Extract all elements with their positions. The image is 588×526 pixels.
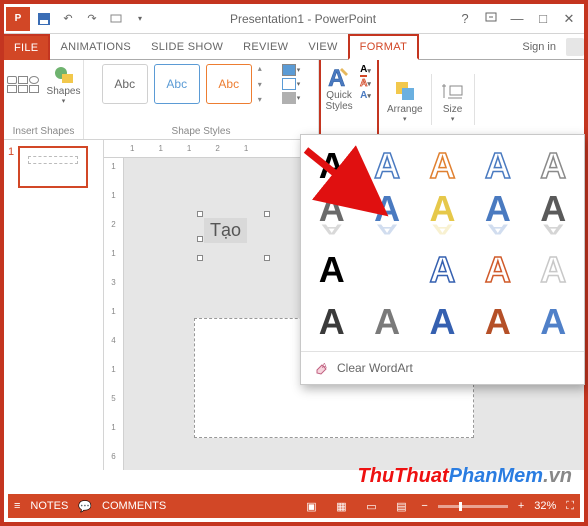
arrange-label: Arrange: [387, 104, 423, 115]
normal-view-icon[interactable]: ▣: [301, 500, 321, 513]
wordart-style-2-4[interactable]: A: [527, 245, 580, 295]
sorter-view-icon[interactable]: ▦: [331, 500, 351, 513]
watermark-c: .vn: [543, 465, 572, 487]
minimize-icon[interactable]: —: [508, 11, 526, 27]
text-effects-button[interactable]: A▾: [360, 90, 378, 101]
wordart-style-1-1[interactable]: AA: [360, 193, 413, 243]
status-bar: ≡ NOTES 💬 COMMENTS ▣ ▦ ▭ ▤ − + 32% ⛶: [8, 494, 580, 518]
tab-animations[interactable]: ANIMATIONS: [50, 34, 141, 60]
ribbon-collapse-icon[interactable]: [482, 11, 500, 27]
shapes-gallery-mini[interactable]: [7, 76, 43, 93]
watermark-a: ThuThuat: [358, 465, 449, 487]
help-icon[interactable]: ?: [456, 11, 474, 27]
maximize-icon[interactable]: □: [534, 11, 552, 27]
avatar-icon[interactable]: [566, 38, 584, 56]
slide-number: 1: [8, 146, 14, 188]
shape-effects-button[interactable]: ▾: [282, 92, 301, 104]
title-bar: P ↶ ↷ ▾ Presentation1 - PowerPoint ? — □…: [4, 4, 584, 34]
zoom-slider[interactable]: [438, 505, 508, 508]
wordart-style-2-0[interactable]: A: [305, 245, 358, 295]
watermark-b: PhanMem: [449, 465, 543, 487]
ribbon-tabs: FILE ANIMATIONS SLIDE SHOW REVIEW VIEW F…: [4, 34, 584, 60]
shapes-button[interactable]: Shapes ▾: [47, 64, 81, 105]
notes-button[interactable]: NOTES: [30, 500, 68, 512]
wordart-style-1-3[interactable]: AA: [471, 193, 524, 243]
tab-slideshow[interactable]: SLIDE SHOW: [141, 34, 233, 60]
shape-styles-label: Shape Styles: [172, 124, 231, 137]
zoom-in-button[interactable]: +: [518, 500, 524, 512]
tab-file[interactable]: FILE: [2, 34, 50, 60]
reading-view-icon[interactable]: ▭: [361, 500, 381, 513]
wordart-style-2-2[interactable]: A: [416, 245, 469, 295]
save-icon[interactable]: [34, 9, 54, 29]
start-slideshow-icon[interactable]: [106, 9, 126, 29]
window-title: Presentation1 - PowerPoint: [150, 12, 456, 26]
comments-icon[interactable]: 💬: [78, 500, 92, 513]
wordart-style-3-2[interactable]: A: [416, 297, 469, 347]
shape-style-3[interactable]: Abc: [206, 64, 252, 104]
tab-view[interactable]: VIEW: [298, 34, 347, 60]
group-shape-styles: Abc Abc Abc ▴▾▾ ▾ ▾ ▾ Shape Styles: [84, 60, 319, 139]
wordart-style-3-0[interactable]: A: [305, 297, 358, 347]
slide-thumbnail-1[interactable]: [18, 146, 88, 188]
wordart-style-2-1[interactable]: A: [360, 245, 413, 295]
wordart-style-3-1[interactable]: A: [360, 297, 413, 347]
fit-window-icon[interactable]: ⛶: [566, 500, 574, 513]
wordart-style-0-0[interactable]: A: [305, 141, 358, 191]
wordart-style-0-3[interactable]: A: [471, 141, 524, 191]
wordart-style-0-4[interactable]: A: [527, 141, 580, 191]
slide-thumbnail-panel: 1: [4, 140, 104, 470]
redo-icon[interactable]: ↷: [82, 9, 102, 29]
ribbon: Shapes ▾ Insert Shapes Abc Abc Abc ▴▾▾ ▾…: [4, 60, 584, 140]
quick-styles-label: Quick Styles: [320, 90, 358, 112]
group-insert-shapes: Shapes ▾ Insert Shapes: [4, 60, 84, 139]
wordart-style-0-2[interactable]: A: [416, 141, 469, 191]
notes-icon[interactable]: ≡: [14, 500, 20, 512]
clear-wordart-label: Clear WordArt: [337, 361, 413, 375]
close-icon[interactable]: ✕: [560, 11, 578, 27]
quick-styles-button[interactable]: A Quick Styles: [320, 64, 358, 112]
group-wordart-styles: A Quick Styles A▾ A▾ A▾: [319, 60, 379, 139]
slideshow-view-icon[interactable]: ▤: [391, 500, 411, 513]
size-button[interactable]: Size ▾: [432, 74, 475, 125]
quick-styles-gallery: AAAAAAAAAAAAAAAAAAAAAAAAA A Clear WordAr…: [300, 134, 585, 385]
tab-review[interactable]: REVIEW: [233, 34, 298, 60]
watermark: ThuThuatPhanMem.vn: [358, 465, 572, 488]
shape-outline-button[interactable]: ▾: [282, 78, 301, 90]
arrange-button[interactable]: Arrange ▾: [379, 74, 432, 125]
shape-style-more[interactable]: ▴▾▾: [258, 64, 272, 104]
undo-icon[interactable]: ↶: [58, 9, 78, 29]
shape-fill-button[interactable]: ▾: [282, 64, 301, 76]
shape-style-1[interactable]: Abc: [102, 64, 148, 104]
clear-wordart-item[interactable]: A Clear WordArt: [301, 351, 584, 384]
window-controls: ? — □ ✕: [456, 11, 584, 27]
app-icon[interactable]: P: [6, 7, 30, 31]
quick-access-toolbar: P ↶ ↷ ▾: [4, 7, 150, 31]
insert-shapes-label: Insert Shapes: [13, 124, 75, 137]
comments-button[interactable]: COMMENTS: [102, 500, 166, 512]
wordart-style-3-4[interactable]: A: [527, 297, 580, 347]
text-outline-button[interactable]: A▾: [360, 78, 378, 89]
wordart-style-3-3[interactable]: A: [471, 297, 524, 347]
text-fill-button[interactable]: A▾: [360, 64, 378, 77]
wordart-style-2-3[interactable]: A: [471, 245, 524, 295]
group-arrange-size: Arrange ▾ Size ▾: [379, 60, 475, 139]
wordart-style-1-2[interactable]: AA: [416, 193, 469, 243]
shapes-label: Shapes: [47, 86, 81, 97]
shape-style-2[interactable]: Abc: [154, 64, 200, 104]
wordart-style-0-1[interactable]: A: [360, 141, 413, 191]
wordart-style-1-4[interactable]: AA: [527, 193, 580, 243]
wordart-style-1-0[interactable]: AA: [305, 193, 358, 243]
sign-in-link[interactable]: Sign in: [516, 41, 562, 53]
svg-text:A: A: [322, 363, 327, 370]
eraser-icon: A: [313, 360, 329, 376]
vertical-ruler: 11213141516: [104, 158, 124, 470]
zoom-level[interactable]: 32%: [534, 500, 556, 512]
tab-format[interactable]: FORMAT: [348, 34, 419, 60]
zoom-out-button[interactable]: −: [421, 500, 427, 512]
qat-more-icon[interactable]: ▾: [130, 9, 150, 29]
size-label: Size: [443, 104, 462, 115]
